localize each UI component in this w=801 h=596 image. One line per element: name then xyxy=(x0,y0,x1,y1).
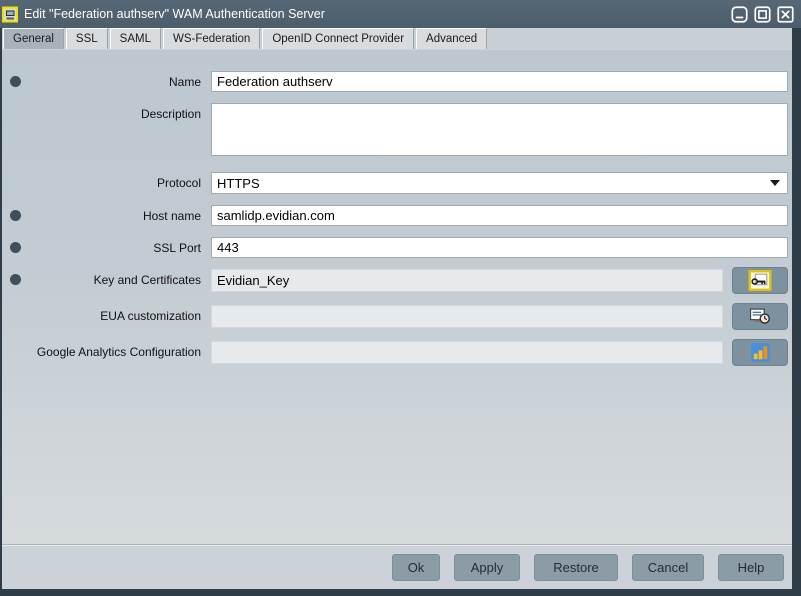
key-and-certificates-field xyxy=(211,269,723,292)
restore-icon xyxy=(754,6,771,23)
eua-customization-picker-button[interactable] xyxy=(732,303,788,330)
form-row-description: Description xyxy=(2,103,792,161)
tab-ssl[interactable]: SSL xyxy=(66,28,108,49)
name-label: Name xyxy=(28,71,209,89)
google-analytics-picker-button[interactable] xyxy=(732,339,788,366)
tab-advanced[interactable]: Advanced xyxy=(416,28,487,49)
google-analytics-configuration-label: Google Analytics Configuration xyxy=(28,341,209,359)
minimize-icon xyxy=(731,6,748,23)
tab-ws-federation[interactable]: WS-Federation xyxy=(163,28,260,49)
form-row-key-and-certificates: Key and Certificates xyxy=(2,269,792,294)
form-row-eua-customization: EUA customization xyxy=(2,305,792,330)
required-indicator xyxy=(2,103,28,119)
key-certificates-icon xyxy=(748,270,772,291)
eua-customization-field xyxy=(211,305,723,328)
ok-button[interactable]: Ok xyxy=(392,554,440,581)
protocol-label: Protocol xyxy=(28,172,209,190)
key-and-certificates-label: Key and Certificates xyxy=(28,269,209,287)
close-icon xyxy=(777,6,794,23)
apply-button[interactable]: Apply xyxy=(454,554,520,581)
dialog-button-bar: Ok Apply Restore Cancel Help xyxy=(2,544,792,589)
chevron-down-icon xyxy=(770,180,780,186)
description-textarea[interactable] xyxy=(211,103,788,156)
application-window-icon xyxy=(2,5,21,24)
form-row-ssl-port: SSL Port xyxy=(2,237,792,258)
dialog-body: General SSL SAML WS-Federation OpenID Co… xyxy=(2,28,792,589)
minimize-button[interactable] xyxy=(730,5,748,23)
required-indicator xyxy=(2,237,28,253)
required-indicator xyxy=(2,205,28,221)
tab-saml[interactable]: SAML xyxy=(110,28,161,49)
required-indicator xyxy=(2,341,28,357)
form-row-google-analytics-configuration: Google Analytics Configuration xyxy=(2,341,792,366)
host-name-input[interactable] xyxy=(211,205,788,226)
protocol-selected-value: HTTPS xyxy=(217,176,260,191)
host-name-label: Host name xyxy=(28,205,209,223)
titlebar: Edit "Federation authserv" WAM Authentic… xyxy=(0,0,801,28)
google-analytics-configuration-field xyxy=(211,341,723,364)
tab-bar: General SSL SAML WS-Federation OpenID Co… xyxy=(2,28,792,50)
help-button[interactable]: Help xyxy=(718,554,784,581)
eua-customization-label: EUA customization xyxy=(28,305,209,323)
ssl-port-label: SSL Port xyxy=(28,237,209,255)
window-controls xyxy=(730,5,794,23)
description-label: Description xyxy=(28,103,209,121)
ssl-port-input[interactable] xyxy=(211,237,788,258)
required-indicator xyxy=(2,305,28,321)
key-and-certificates-picker-button[interactable] xyxy=(732,267,788,294)
general-tab-panel: Name Description Protocol HTTPS xyxy=(2,50,792,544)
tab-openid-connect-provider[interactable]: OpenID Connect Provider xyxy=(262,28,414,49)
protocol-dropdown[interactable]: HTTPS xyxy=(211,172,788,194)
google-analytics-icon xyxy=(750,342,771,363)
required-indicator xyxy=(2,71,28,87)
restore-button[interactable] xyxy=(753,5,771,23)
required-indicator xyxy=(2,172,28,188)
eua-customization-icon xyxy=(748,306,772,327)
tab-general[interactable]: General xyxy=(3,28,64,49)
close-button[interactable] xyxy=(776,5,794,23)
cancel-button[interactable]: Cancel xyxy=(632,554,704,581)
window-title: Edit "Federation authserv" WAM Authentic… xyxy=(24,7,727,21)
required-indicator xyxy=(2,269,28,285)
restore-button[interactable]: Restore xyxy=(534,554,618,581)
name-input[interactable] xyxy=(211,71,788,92)
form-row-name: Name xyxy=(2,71,792,92)
form-row-protocol: Protocol HTTPS xyxy=(2,172,792,194)
form-row-host-name: Host name xyxy=(2,205,792,226)
edit-authentication-server-dialog: Edit "Federation authserv" WAM Authentic… xyxy=(0,0,801,596)
